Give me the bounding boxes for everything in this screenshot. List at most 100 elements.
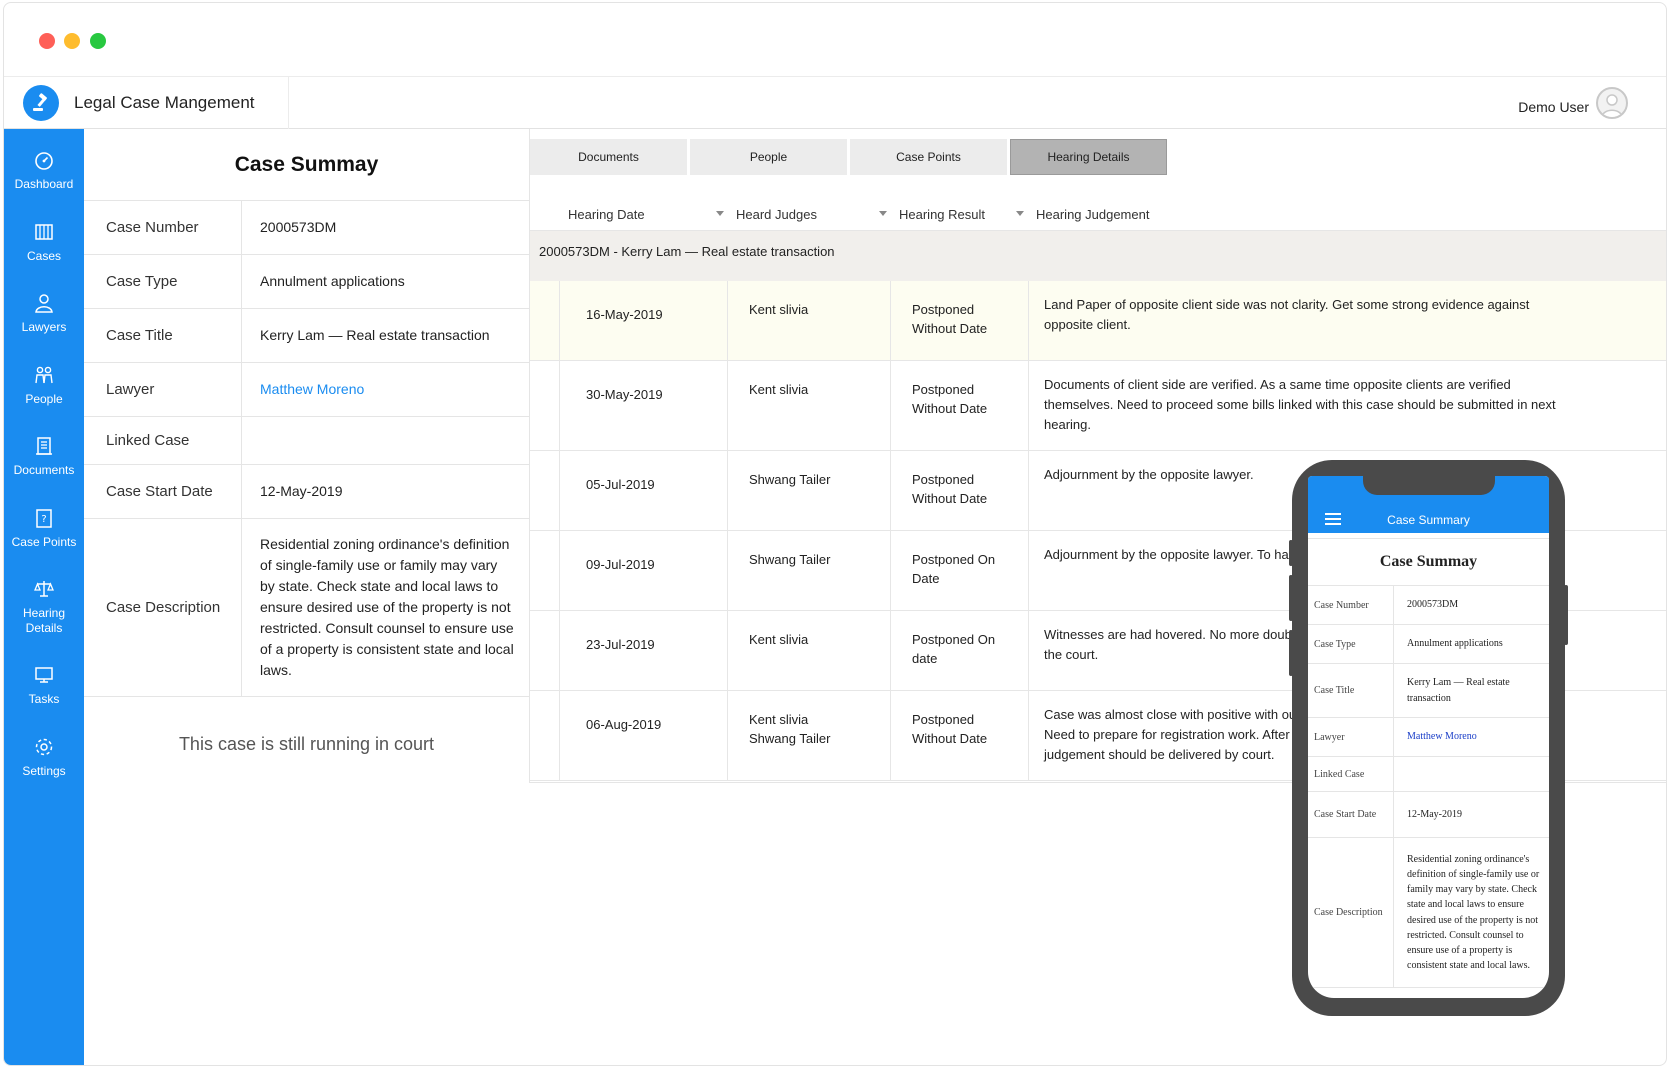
table-row[interactable]: 16-May-2019 Kent slivia Postponed Withou…	[530, 281, 1666, 361]
sidebar-item-cases[interactable]: Cases	[4, 221, 84, 264]
phone-side-button	[1289, 540, 1293, 566]
summary-label: Case Title	[84, 309, 242, 362]
hearing-result-line: Postponed On	[912, 632, 996, 647]
case-group-row: 2000573DM - Kerry Lam — Real estate tran…	[530, 231, 1666, 281]
hearing-judgement-line: judgement should be delivered by court.	[1044, 747, 1275, 762]
scales-icon	[34, 581, 54, 597]
hearing-result-line: Postponed	[912, 382, 975, 397]
tab-case-points[interactable]: Case Points	[850, 139, 1007, 175]
mobile-summary-row: Case Type Annulment applications	[1308, 625, 1549, 664]
summary-label: Case Start Date	[84, 465, 242, 518]
summary-row: Case Type Annulment applications	[84, 255, 529, 309]
maximize-window-button[interactable]	[90, 33, 106, 49]
hearing-judgement-line: Documents of client side are verified. A…	[1044, 377, 1511, 392]
minimize-window-button[interactable]	[64, 33, 80, 49]
hearing-judgement-line: Case was almost close with positive with…	[1044, 707, 1297, 722]
hearing-judgement-line: Witnesses are had hovered. No more doubt	[1044, 627, 1296, 642]
summary-row: Case Description Residential zoning ordi…	[84, 519, 529, 697]
mobile-summary-value: Kerry Lam — Real estate transaction	[1407, 677, 1510, 704]
sidebar-item-settings[interactable]: Settings	[4, 736, 84, 779]
people-icon	[35, 366, 53, 384]
sidebar-item-label: People	[25, 392, 63, 406]
summary-row: Case Start Date 12-May-2019	[84, 465, 529, 519]
sort-caret-icon[interactable]	[879, 211, 887, 216]
mobile-summary-row: Case Title Kerry Lam — Real estate trans…	[1308, 664, 1549, 718]
mobile-summary-row: Case Number 2000573DM	[1308, 586, 1549, 625]
case-summary-panel: Case Summay Case Number 2000573DM Case T…	[84, 129, 530, 783]
header-divider	[288, 77, 289, 129]
documents-icon	[36, 437, 52, 455]
lawyer-icon	[35, 294, 53, 313]
heard-judge: Shwang Tailer	[749, 552, 831, 567]
summary-label: Linked Case	[84, 417, 242, 464]
sidebar-item-people[interactable]: People	[4, 364, 84, 407]
summary-row: Case Title Kerry Lam — Real estate trans…	[84, 309, 529, 363]
heard-judge: Kent slivia	[749, 302, 809, 317]
case-number-value: 2000573DM	[260, 219, 337, 235]
sidebar-item-label: Lawyers	[21, 320, 67, 334]
cases-icon	[35, 224, 53, 240]
sidebar-item-lawyers[interactable]: Lawyers	[4, 292, 84, 335]
hearing-judgement-line: opposite client.	[1044, 317, 1131, 332]
sidebar: Dashboard Cases Lawyers People Documents…	[4, 129, 84, 1065]
hearing-judgement-line: Adjournment by the opposite lawyer. To h…	[1044, 547, 1294, 562]
svg-text:?: ?	[41, 514, 46, 525]
lawyer-link[interactable]: Matthew Moreno	[242, 363, 529, 416]
heard-judge: Kent slivia	[749, 632, 809, 647]
phone-screen: Case Summary Case Summay Case Number 200…	[1308, 476, 1549, 998]
tab-bar: Documents People Case Points Hearing Det…	[530, 139, 1170, 175]
hearing-result-line: date	[912, 651, 938, 666]
mobile-summary-label: Linked Case	[1308, 757, 1394, 791]
phone-side-button	[1289, 630, 1293, 676]
sort-caret-icon[interactable]	[1016, 211, 1024, 216]
hearing-judgement-line: Adjournment by the opposite lawyer.	[1044, 467, 1254, 482]
table-row[interactable]: 30-May-2019 Kent slivia Postponed Withou…	[530, 361, 1666, 451]
sidebar-item-dashboard[interactable]: Dashboard	[4, 149, 84, 192]
tab-hearing-details[interactable]: Hearing Details	[1010, 139, 1167, 175]
hearing-date: 05-Jul-2019	[586, 477, 655, 492]
mobile-summary-label: Lawyer	[1308, 718, 1394, 756]
sidebar-item-label: Documents	[13, 463, 75, 477]
user-avatar-icon[interactable]	[1596, 87, 1628, 119]
summary-row: Linked Case	[84, 417, 529, 465]
hearing-date: 23-Jul-2019	[586, 637, 655, 652]
column-header-hearing-result[interactable]: Hearing Result	[899, 207, 985, 222]
mobile-lawyer-link[interactable]: Matthew Moreno	[1394, 718, 1549, 756]
mobile-summary-row: Case Description Residential zoning ordi…	[1308, 838, 1549, 988]
heard-judge: Shwang Tailer	[749, 472, 831, 487]
window-titlebar	[4, 3, 1666, 77]
column-header-hearing-judgement[interactable]: Hearing Judgement	[1036, 207, 1149, 222]
app-header: Legal Case Mangement Demo User	[4, 77, 1666, 129]
hearing-result-line: Postponed	[912, 712, 975, 727]
mobile-summary-label: Case Description	[1308, 838, 1394, 987]
sidebar-item-label: Settings	[22, 764, 66, 778]
summary-row: Case Number 2000573DM	[84, 201, 529, 255]
sidebar-item-case-points[interactable]: ? Case Points	[4, 507, 84, 550]
column-header-hearing-date[interactable]: Hearing Date	[568, 207, 645, 222]
close-window-button[interactable]	[39, 33, 55, 49]
tab-documents[interactable]: Documents	[530, 139, 687, 175]
monitor-icon	[35, 667, 53, 683]
dashboard-icon	[35, 152, 53, 170]
mobile-summary: Case Summay Case Number 2000573DM Case T…	[1308, 538, 1549, 988]
mobile-bar-title: Case Summary	[1387, 513, 1470, 527]
hearing-date: 16-May-2019	[586, 307, 663, 322]
summary-label: Lawyer	[84, 363, 242, 416]
sort-caret-icon[interactable]	[716, 211, 724, 216]
mobile-summary-value: 12-May-2019	[1407, 808, 1462, 820]
user-name[interactable]: Demo User	[1518, 99, 1589, 115]
tab-people[interactable]: People	[690, 139, 847, 175]
hearing-judgement-line: the court.	[1044, 647, 1099, 662]
hearing-result-line: Postponed On	[912, 552, 996, 567]
mobile-summary-value: 2000573DM	[1407, 599, 1459, 611]
sidebar-item-hearing-details[interactable]: Hearing Details	[4, 578, 84, 636]
case-start-date-value: 12-May-2019	[260, 483, 343, 499]
heard-judge: Kent slivia	[749, 712, 809, 727]
hearing-judgement-line: hearing.	[1044, 417, 1091, 432]
sidebar-item-tasks[interactable]: Tasks	[4, 664, 84, 707]
column-header-heard-judges[interactable]: Heard Judges	[736, 207, 817, 222]
gavel-logo-icon[interactable]	[23, 85, 59, 121]
hearing-judgement-line: themselves. Need to proceed some bills l…	[1044, 397, 1556, 412]
phone-side-button	[1289, 575, 1293, 621]
sidebar-item-documents[interactable]: Documents	[4, 435, 84, 478]
